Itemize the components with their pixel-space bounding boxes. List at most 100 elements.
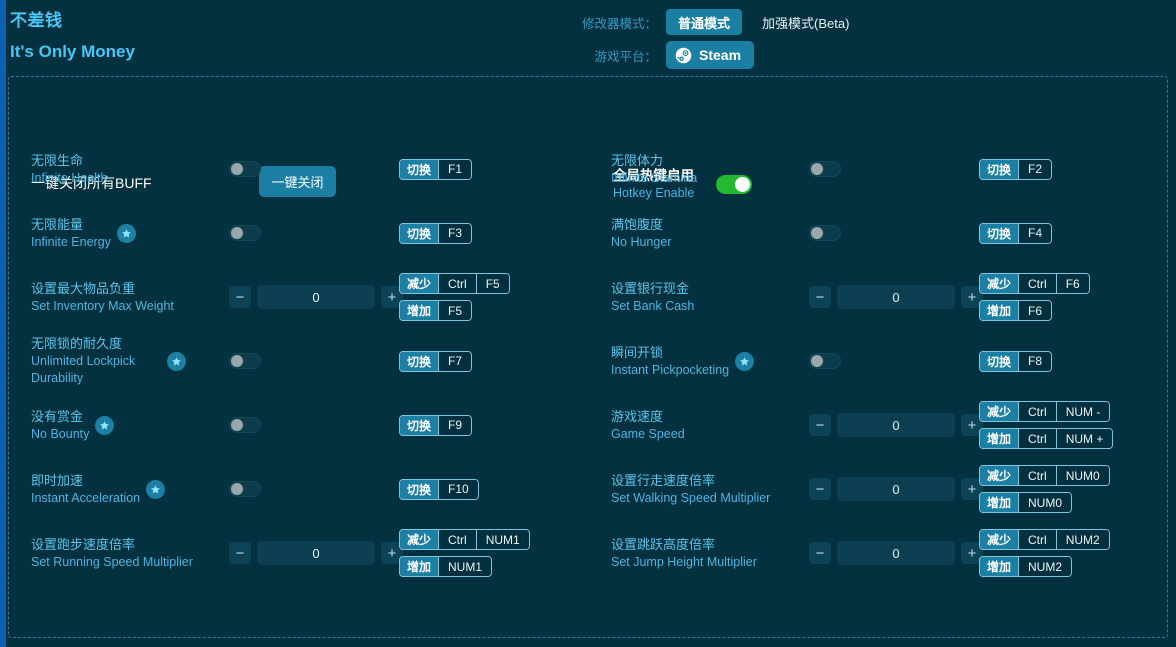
- hotkey-cap: Ctrl: [438, 274, 476, 293]
- hotkey-action-label: 减少: [400, 274, 438, 293]
- hotkey-action-label: 切换: [400, 352, 438, 371]
- decrement-button[interactable]: −: [809, 414, 831, 436]
- hotkey-cap: NUM0: [1018, 493, 1071, 512]
- hotkey-cap: NUM0: [1056, 466, 1109, 485]
- hotkey-action-label: 增加: [400, 557, 438, 576]
- star-icon: [121, 228, 132, 239]
- cheat-toggle[interactable]: [809, 225, 841, 241]
- cheat-control-cell: −0+: [809, 477, 979, 501]
- hotkey-chip[interactable]: 切换F9: [399, 415, 472, 436]
- decrement-button[interactable]: −: [809, 286, 831, 308]
- cheat-row: 瞬间开锁Instant Pickpocketing 切换F8: [589, 339, 1169, 383]
- steam-platform-button[interactable]: Steam: [666, 41, 754, 69]
- hotkey-chip[interactable]: 增加CtrlNUM +: [979, 428, 1113, 449]
- value-stepper: −0+: [229, 541, 403, 565]
- cheat-label-cell: 设置最大物品负重Set Inventory Max Weight: [9, 280, 229, 315]
- hotkey-chip[interactable]: 减少CtrlNUM1: [399, 529, 530, 550]
- cheat-toggle[interactable]: [229, 225, 261, 241]
- cheat-row: 无限锁的耐久度Unlimited Lockpick Durability切换F7: [9, 339, 589, 383]
- hotkey-chip[interactable]: 减少CtrlNUM0: [979, 465, 1110, 486]
- hotkey-chip[interactable]: 减少CtrlNUM -: [979, 401, 1110, 422]
- cheat-toggle[interactable]: [809, 161, 841, 177]
- hotkey-cap: Ctrl: [1018, 402, 1056, 421]
- hotkey-cap: F4: [1018, 224, 1051, 243]
- hotkey-chip[interactable]: 切换F1: [399, 159, 472, 180]
- hotkey-cap: NUM -: [1056, 402, 1110, 421]
- hotkey-chip[interactable]: 切换F7: [399, 351, 472, 372]
- cheat-control-cell: −0+: [809, 285, 979, 309]
- toggle-knob: [231, 419, 243, 431]
- steam-label: Steam: [699, 47, 741, 63]
- cheat-toggle[interactable]: [229, 161, 261, 177]
- cheat-label-en: No Bounty: [31, 426, 89, 443]
- premium-star-badge: [167, 352, 186, 371]
- hotkey-action-label: 切换: [400, 160, 438, 179]
- value-input[interactable]: 0: [837, 477, 955, 501]
- hotkey-cap: F5: [438, 301, 471, 320]
- cheat-row: 没有赏金No Bounty 切换F9: [9, 403, 589, 447]
- premium-star-badge: [117, 224, 136, 243]
- value-stepper: −0+: [809, 413, 983, 437]
- hotkey-chip[interactable]: 减少CtrlF5: [399, 273, 510, 294]
- hotkey-cap: F2: [1018, 160, 1051, 179]
- hotkey-cell: 减少CtrlF5增加F5: [399, 273, 589, 321]
- cheat-toggle[interactable]: [229, 417, 261, 433]
- hotkey-cell: 减少CtrlNUM2 增加NUM2: [979, 529, 1169, 577]
- premium-star-badge: [146, 480, 165, 499]
- cheat-label-cell: 无限能量Infinite Energy: [9, 216, 229, 251]
- cheat-label-cell: 设置行走速度倍率Set Walking Speed Multiplier: [589, 472, 809, 507]
- cheat-labels: 即时加速Instant Acceleration: [31, 472, 140, 507]
- hotkey-cap: F7: [438, 352, 471, 371]
- decrement-button[interactable]: −: [809, 478, 831, 500]
- hotkey-chip[interactable]: 增加F6: [979, 300, 1052, 321]
- hotkey-chip[interactable]: 增加NUM1: [399, 556, 492, 577]
- hotkey-chip[interactable]: 增加NUM0: [979, 492, 1072, 513]
- hotkey-chip[interactable]: 切换F10: [399, 479, 479, 500]
- cheat-toggle[interactable]: [229, 353, 261, 369]
- hotkey-chip[interactable]: 增加F5: [399, 300, 472, 321]
- cheat-toggle[interactable]: [229, 481, 261, 497]
- cheat-labels: 设置跳跃高度倍率Set Jump Height Multiplier: [611, 536, 757, 571]
- cheat-row: 设置最大物品负重Set Inventory Max Weight−0+减少Ctr…: [9, 275, 589, 319]
- hotkey-chip[interactable]: 增加NUM2: [979, 556, 1072, 577]
- value-input[interactable]: 0: [837, 413, 955, 437]
- mode-normal-button[interactable]: 普通模式: [666, 9, 742, 35]
- value-input[interactable]: 0: [257, 541, 375, 565]
- cheat-label-en: Unlimited Lockpick Durability: [31, 353, 161, 387]
- cheat-row: 无限能量Infinite Energy 切换F3: [9, 211, 589, 255]
- toggle-knob: [231, 483, 243, 495]
- hotkey-action-label: 减少: [980, 466, 1018, 485]
- hotkey-chip[interactable]: 切换F4: [979, 223, 1052, 244]
- value-input[interactable]: 0: [837, 541, 955, 565]
- cheat-label-cn: 瞬间开锁: [611, 344, 729, 362]
- cheat-control-cell: −0+: [809, 413, 979, 437]
- hotkey-action-label: 增加: [980, 429, 1018, 448]
- hotkey-chip[interactable]: 减少CtrlNUM2: [979, 529, 1110, 550]
- cheat-label-cell: 无限生命Infinite Health: [9, 152, 229, 187]
- hotkey-chip[interactable]: 切换F2: [979, 159, 1052, 180]
- mode-beta-button[interactable]: 加强模式(Beta): [750, 9, 861, 35]
- decrement-button[interactable]: −: [229, 286, 251, 308]
- value-input[interactable]: 0: [257, 285, 375, 309]
- decrement-button[interactable]: −: [229, 542, 251, 564]
- value-stepper: −0+: [809, 541, 983, 565]
- cheat-label-en: Infinite Energy: [31, 234, 111, 251]
- value-input[interactable]: 0: [837, 285, 955, 309]
- cheat-label-en: Instant Pickpocketing: [611, 362, 729, 379]
- game-platform-row: 游戏平台： Steam: [580, 41, 754, 69]
- cheat-toggle[interactable]: [809, 353, 841, 369]
- trainer-mode-label: 修改器模式：: [580, 13, 657, 32]
- hotkey-cap: F8: [1018, 352, 1051, 371]
- cheat-label-cn: 游戏速度: [611, 408, 685, 426]
- cheat-control-cell: [229, 417, 399, 433]
- decrement-button[interactable]: −: [809, 542, 831, 564]
- cheat-label-cn: 没有赏金: [31, 408, 89, 426]
- hotkey-chip[interactable]: 减少CtrlF6: [979, 273, 1090, 294]
- cheat-label-cell: 无限体力Infinite Stamina: [589, 152, 809, 187]
- cheat-labels: 设置最大物品负重Set Inventory Max Weight: [31, 280, 174, 315]
- hotkey-cap: F1: [438, 160, 471, 179]
- hotkey-action-label: 切换: [980, 160, 1018, 179]
- value-stepper: −0+: [809, 477, 983, 501]
- hotkey-chip[interactable]: 切换F8: [979, 351, 1052, 372]
- hotkey-chip[interactable]: 切换F3: [399, 223, 472, 244]
